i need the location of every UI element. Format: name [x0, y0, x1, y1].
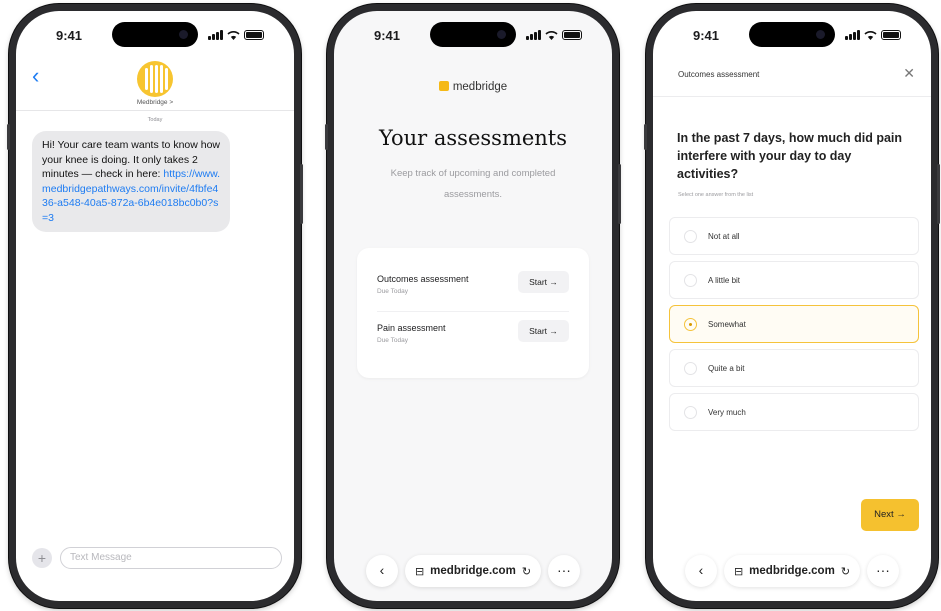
dynamic-island [112, 22, 198, 47]
conversation-header: ‹ Medbridge > [16, 55, 294, 111]
phone-assessments: 9:41 medbridge Your assessments Keep tra… [325, 4, 621, 608]
status-time: 9:41 [693, 28, 720, 43]
brand-logo: medbridge [334, 81, 612, 93]
message-input[interactable]: Text Message [60, 547, 282, 569]
survey-header: Outcomes assessment ✕ [653, 55, 931, 97]
page-subtitle: Keep track of upcoming and completed ass… [390, 168, 556, 200]
brand-name: medbridge [452, 81, 508, 93]
answer-label: Quite a bit [708, 364, 745, 373]
phone-messages: 9:41 ‹ Medbridge > Today Hi! Your care t… [7, 4, 303, 608]
status-icons [526, 28, 582, 40]
ellipsis-icon[interactable]: ··· [547, 555, 580, 587]
compose-bar: + Text Message [32, 545, 282, 571]
question-hint: Select one answer from the list [678, 192, 754, 198]
survey-screen: 9:41 Outcomes assessment ✕ In the past 7… [653, 11, 931, 601]
plus-icon[interactable]: + [32, 548, 52, 568]
answer-option[interactable]: Very much [669, 393, 919, 431]
contact-name[interactable]: Medbridge > [16, 99, 294, 106]
assessment-row: Outcomes assessment Due Today Start → [377, 263, 569, 309]
contact-avatar[interactable] [137, 61, 173, 97]
ellipsis-icon[interactable]: ··· [866, 555, 899, 587]
wifi-icon [227, 31, 240, 40]
battery-icon [881, 30, 901, 40]
answer-label: Somewhat [708, 320, 746, 329]
survey-title: Outcomes assessment [678, 70, 760, 79]
answer-option[interactable]: A little bit [669, 261, 919, 299]
status-bar: 9:41 [653, 11, 931, 57]
browser-toolbar: ‹ ⊟ medbridge.com ↻ ··· [685, 555, 899, 587]
radio-button[interactable] [684, 406, 697, 419]
status-time: 9:41 [374, 28, 401, 43]
question-text: In the past 7 days, how much did pain in… [677, 131, 903, 181]
battery-icon [244, 30, 264, 40]
reload-icon[interactable]: ↻ [522, 565, 531, 578]
back-icon[interactable]: ‹ [366, 555, 398, 587]
signal-icon [208, 30, 223, 40]
page-settings-icon[interactable]: ⊟ [415, 565, 424, 578]
phone-survey: 9:41 Outcomes assessment ✕ In the past 7… [644, 4, 940, 608]
back-icon[interactable]: ‹ [685, 555, 717, 587]
dynamic-island [430, 22, 516, 47]
url-text: medbridge.com [749, 565, 835, 577]
answer-option[interactable]: Quite a bit [669, 349, 919, 387]
signal-icon [845, 30, 860, 40]
answer-label: A little bit [708, 276, 741, 285]
status-bar: 9:41 [16, 11, 294, 57]
medbridge-logo-icon [438, 81, 449, 91]
reload-icon[interactable]: ↻ [841, 565, 850, 578]
answer-label: Very much [708, 408, 746, 417]
message-bubble: Hi! Your care team wants to know how you… [32, 131, 230, 232]
next-button[interactable]: Next → [861, 499, 919, 531]
messages-screen: 9:41 ‹ Medbridge > Today Hi! Your care t… [16, 11, 294, 601]
signal-icon [526, 30, 541, 40]
address-bar[interactable]: ⊟ medbridge.com ↻ [723, 555, 861, 587]
page-title: Your assessments [378, 126, 568, 150]
radio-button[interactable] [684, 318, 697, 331]
dynamic-island [749, 22, 835, 47]
assessment-list: Outcomes assessment Due Today Start → Pa… [357, 248, 589, 378]
browser-toolbar: ‹ ⊟ medbridge.com ↻ ··· [366, 555, 580, 587]
answer-option[interactable]: Not at all [669, 217, 919, 255]
answer-option-selected[interactable]: Somewhat [669, 305, 919, 343]
back-chevron-icon[interactable]: ‹ [32, 63, 39, 89]
address-bar[interactable]: ⊟ medbridge.com ↻ [404, 555, 542, 587]
status-icons [208, 28, 264, 40]
battery-icon [562, 30, 582, 40]
wifi-icon [864, 31, 877, 40]
radio-button[interactable] [684, 362, 697, 375]
assessment-row: Pain assessment Due Today Start → [377, 312, 569, 358]
status-time: 9:41 [56, 28, 83, 43]
date-label: Today [147, 117, 163, 123]
radio-button[interactable] [684, 274, 697, 287]
close-icon[interactable]: ✕ [903, 65, 915, 82]
url-text: medbridge.com [430, 565, 516, 577]
assessments-screen: 9:41 medbridge Your assessments Keep tra… [334, 11, 612, 601]
page-settings-icon[interactable]: ⊟ [734, 565, 743, 578]
answer-label: Not at all [708, 232, 740, 241]
start-pain-button[interactable]: Start → [518, 320, 569, 342]
wifi-icon [545, 31, 558, 40]
status-icons [845, 28, 901, 40]
radio-button[interactable] [684, 230, 697, 243]
start-outcomes-button[interactable]: Start → [518, 271, 569, 293]
status-bar: 9:41 [334, 11, 612, 57]
